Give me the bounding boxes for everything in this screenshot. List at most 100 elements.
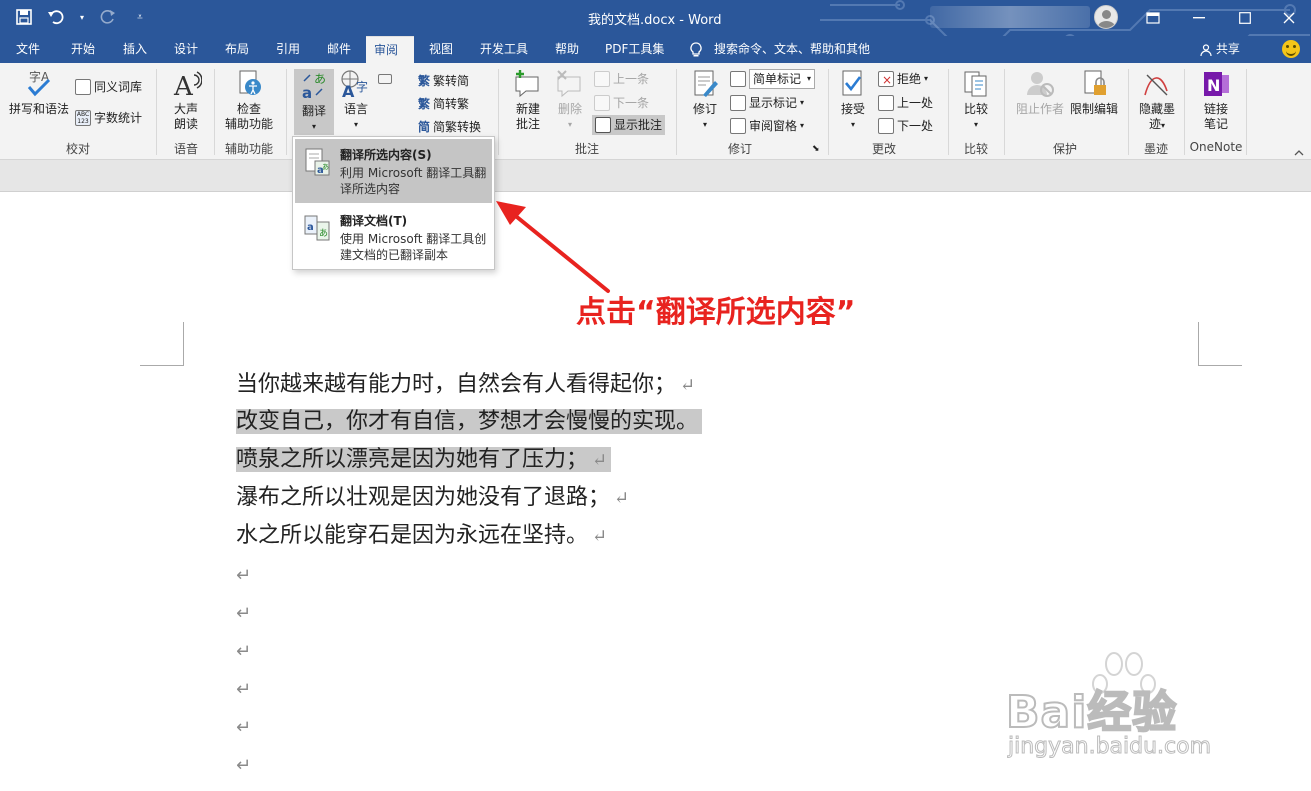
compare-button[interactable]: 比较 ▾ [958,69,994,132]
empty-paragraph-mark[interactable]: ↵ [236,557,251,595]
accept-button[interactable]: 接受 ▾ [836,69,870,132]
spelling-grammar-button[interactable]: 字A 拼写和语法 [6,69,72,117]
language-icon: A字 [340,69,372,101]
trad-simp-convert-button[interactable]: 简 简繁转换 [418,117,481,137]
tab-references[interactable]: 引用 [268,36,308,63]
chevron-down-icon: ▾ [973,120,978,129]
translate-selection-menu-item[interactable]: aあ 翻译所选内容(S) 利用 Microsoft 翻译工具翻译所选内容 [295,139,492,203]
reject-button[interactable]: × 拒绝 ▾ [878,69,928,89]
paragraph-line[interactable]: 当你越来越有能力时，自然会有人看得起你； ↵ [236,368,695,402]
tracking-dialog-launcher[interactable]: ⬊ [812,143,820,155]
show-comments-icon [595,117,611,133]
tell-me-text: 搜索命令、文本、帮助和其他 [714,42,871,56]
new-comment-icon [512,69,544,99]
document-title: 我的文档.docx - Word [588,13,722,28]
tab-insert[interactable]: 插入 [115,36,155,63]
tell-me-search[interactable]: 搜索命令、文本、帮助和其他 [690,36,870,63]
chevron-down-icon: ▾ [924,74,929,83]
word-count-button[interactable]: ABC 123 字数统计 [75,108,142,128]
show-markup-button[interactable]: 显示标记 ▾ [730,93,804,113]
svg-text:N: N [1207,76,1220,95]
ribbon-tabs: 文件 开始 插入 设计 布局 引用 邮件 审阅 视图 开发工具 帮助 PDF工具… [0,36,1311,63]
collapse-ribbon-icon[interactable] [1294,148,1304,159]
translate-document-icon: aあ [303,213,331,243]
chevron-down-icon: ▾ [567,120,572,129]
empty-paragraph-mark[interactable]: ↵ [236,671,251,709]
tab-help[interactable]: 帮助 [547,36,587,63]
customize-qat-icon[interactable]: ⩡ [130,7,150,27]
read-aloud-button[interactable]: A 大声 朗读 [164,69,208,132]
separator [498,69,499,155]
simp-to-trad-button[interactable]: 繁 简转繁 [418,94,469,114]
previous-comment-button[interactable]: 上一条 [594,69,649,89]
group-label-protect: 保护 [1052,142,1077,156]
tab-developer[interactable]: 开发工具 [472,36,536,63]
person-icon [1200,42,1216,56]
translate-button[interactable]: あa 翻译 ▾ [294,69,334,135]
paragraph-line[interactable]: 瀑布之所以壮观是因为她没有了退路； ↵ [236,481,629,515]
user-avatar[interactable] [1094,5,1118,29]
separator [1128,69,1129,155]
thesaurus-button[interactable]: 同义词库 [75,77,142,97]
watermark-url: jingyan.baidu.com [1007,734,1212,760]
paragraph-line-selected[interactable]: 改变自己，你才有自信，梦想才会慢慢的实现。 [236,405,703,439]
show-markup-icon [730,95,746,111]
previous-comment-icon [594,71,610,87]
share-button[interactable]: 共享 [1200,36,1240,63]
markup-display-select[interactable]: 简单标记 ▾ [730,69,816,89]
translate-icon: あa [300,71,328,102]
paragraph-line[interactable]: 水之所以能穿石是因为永远在坚持。 ↵ [236,519,607,553]
block-authors-button[interactable]: 阻止作者 [1014,69,1066,117]
save-icon[interactable] [14,7,34,27]
linked-notes-button[interactable]: N 链接 笔记 [1192,69,1240,132]
markup-icon [730,71,746,87]
track-changes-icon [689,69,721,99]
delete-comment-button[interactable]: 删除 ▾ [552,69,588,132]
undo-dropdown-icon[interactable]: ▾ [78,7,86,27]
language-button[interactable]: A字 语言 ▾ [338,69,374,132]
reviewing-pane-button[interactable]: 审阅窗格 ▾ [730,116,804,136]
empty-paragraph-mark[interactable]: ↵ [236,747,251,785]
tab-pdf-tools[interactable]: PDF工具集 [597,36,672,63]
paragraph-mark: ↵ [592,526,608,547]
feedback-smiley-icon[interactable] [1282,40,1300,58]
restrict-editing-button[interactable]: 限制编辑 [1068,69,1120,117]
tab-view[interactable]: 视图 [421,36,461,63]
chevron-down-icon: ▾ [311,122,316,131]
tab-layout[interactable]: 布局 [217,36,257,63]
svg-text:a: a [302,84,312,101]
redo-icon[interactable] [98,7,118,27]
tab-home[interactable]: 开始 [63,36,103,63]
track-changes-button[interactable]: 修订 ▾ [686,69,724,132]
paragraph-line-selected[interactable]: 喷泉之所以漂亮是因为她有了压力； ↵ [236,443,612,477]
show-comments-button[interactable]: 显示批注 [592,115,666,135]
chevron-down-icon: ▾ [702,120,707,129]
language-extra-icon-button[interactable] [378,69,392,89]
empty-paragraph-mark[interactable]: ↵ [236,709,251,747]
ribbon-display-options-icon[interactable] [1130,0,1176,36]
tab-design[interactable]: 设计 [166,36,206,63]
trad-simp-convert-icon: 简 [418,120,431,134]
title-bar: ▾ ⩡ 我的文档.docx - Word [0,0,1311,56]
close-icon[interactable] [1266,0,1311,36]
new-comment-button[interactable]: 新建 批注 [508,69,548,132]
empty-paragraph-mark[interactable]: ↵ [236,633,251,671]
empty-paragraph-mark[interactable]: ↵ [236,595,251,633]
svg-text:あ: あ [319,228,328,239]
maximize-icon[interactable] [1222,0,1268,36]
translate-document-menu-item[interactable]: aあ 翻译文档(T) 使用 Microsoft 翻译工具创建文档的已翻译副本 [295,205,492,267]
tab-review[interactable]: 审阅 [366,36,414,63]
next-change-button[interactable]: 下一处 [878,116,933,136]
next-comment-button[interactable]: 下一条 [594,93,649,113]
minimize-icon[interactable] [1176,0,1222,36]
undo-icon[interactable] [46,7,66,27]
previous-change-button[interactable]: 上一处 [878,93,933,113]
hide-ink-button[interactable]: 隐藏墨 迹▾ [1134,69,1180,133]
tab-file[interactable]: 文件 [8,36,48,63]
tab-mailings[interactable]: 邮件 [319,36,359,63]
check-accessibility-button[interactable]: 检查 辅助功能 [220,69,278,132]
markup-select-box[interactable]: 简单标记 ▾ [749,69,816,89]
paragraph-mark: ↵ [680,375,696,396]
trad-to-simp-button[interactable]: 繁 繁转简 [418,71,469,91]
simp-to-trad-icon: 繁 [418,97,431,111]
